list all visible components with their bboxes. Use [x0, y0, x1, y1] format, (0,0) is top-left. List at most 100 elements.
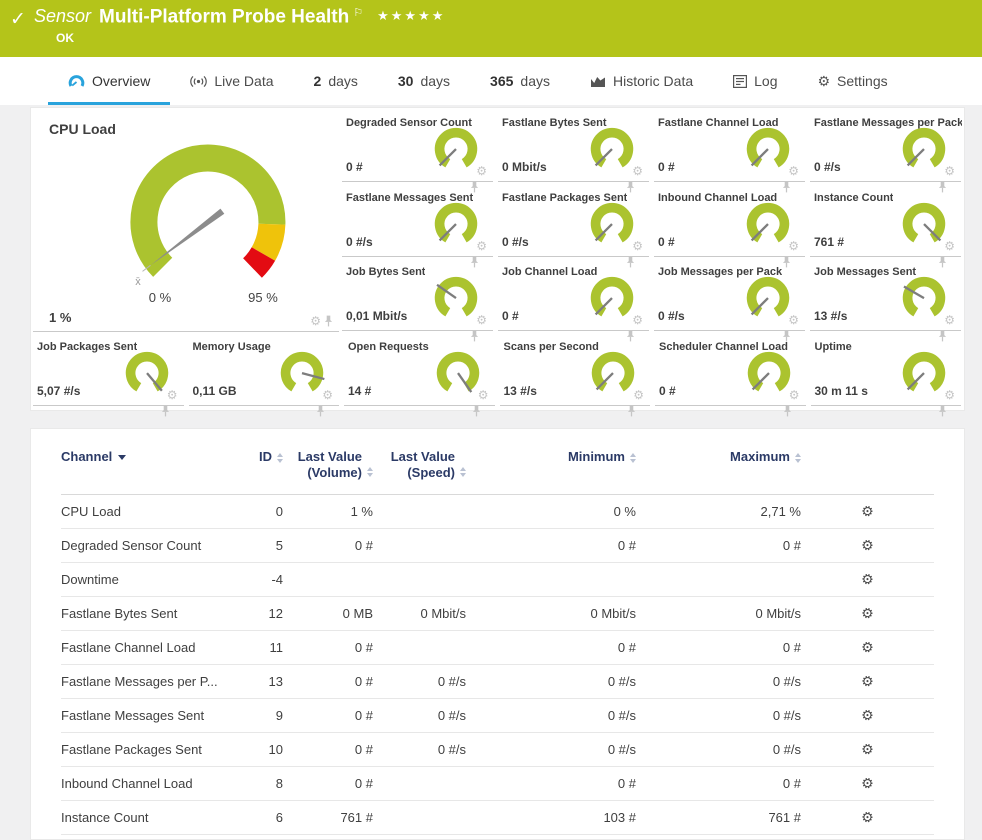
gear-icon[interactable]: ⚙: [476, 240, 487, 252]
gauge-value: 0 #/s: [502, 235, 529, 249]
object-kind-label: Sensor: [34, 6, 91, 26]
tab-label: days: [420, 73, 450, 89]
pin-icon[interactable]: [472, 405, 481, 417]
tab-log[interactable]: Log: [713, 73, 797, 105]
tab-live-data[interactable]: Live Data: [170, 73, 293, 105]
gauge-card: Job Messages Sent 13 #/s ⚙: [810, 257, 961, 331]
channel-settings-icon[interactable]: ⚙: [859, 569, 877, 589]
cell-channel: Fastlane Bytes Sent: [61, 606, 251, 621]
gear-icon[interactable]: ⚙: [322, 389, 333, 401]
cell-maximum: 0 #/s: [636, 708, 801, 723]
table-row: Fastlane Messages Sent 9 0 # 0 #/s 0 #/s…: [61, 699, 934, 733]
tab-historic-data[interactable]: Historic Data: [570, 73, 713, 105]
channel-settings-icon[interactable]: ⚙: [859, 807, 877, 827]
channel-settings-icon[interactable]: ⚙: [859, 739, 877, 759]
channel-settings-icon[interactable]: ⚙: [859, 637, 877, 657]
priority-stars[interactable]: ★★★★★: [377, 8, 445, 23]
pin-icon[interactable]: [324, 315, 333, 327]
cell-last-value-speed: 0 Mbit/s: [373, 606, 466, 621]
cell-channel: Fastlane Channel Load: [61, 640, 251, 655]
cell-minimum: 0 #: [466, 640, 636, 655]
cell-channel: Instance Count: [61, 810, 251, 825]
cell-last-value-volume: 0 #: [283, 776, 373, 791]
channel-settings-icon[interactable]: ⚙: [859, 671, 877, 691]
sort-icon: [795, 453, 801, 463]
gauge-card: Memory Usage 0,11 GB ⚙: [189, 332, 340, 406]
gauge-value: 5,07 #/s: [37, 384, 80, 398]
tab-label: Log: [754, 73, 777, 89]
gear-icon[interactable]: ⚙: [167, 389, 178, 401]
table-row: Fastlane Channel Load 11 0 # 0 # 0 # ⚙: [61, 631, 934, 665]
gear-icon[interactable]: ⚙: [632, 314, 643, 326]
tab-label: Overview: [92, 73, 150, 89]
gear-icon[interactable]: ⚙: [788, 240, 799, 252]
column-header-id[interactable]: ID: [251, 449, 283, 464]
table-row: Degraded Sensor Count 5 0 # 0 # 0 # ⚙: [61, 529, 934, 563]
table-body: CPU Load 0 1 % 0 % 2,71 % ⚙ Degraded Sen…: [61, 495, 934, 835]
tab-label: days: [520, 73, 550, 89]
channel-settings-icon[interactable]: ⚙: [859, 501, 877, 521]
channel-settings-icon[interactable]: ⚙: [859, 535, 877, 555]
cell-id: 10: [251, 742, 283, 757]
channel-settings-icon[interactable]: ⚙: [859, 603, 877, 623]
pin-icon[interactable]: [161, 405, 170, 417]
tab-label: 30: [398, 73, 414, 89]
pin-icon[interactable]: [938, 405, 947, 417]
gauge-title: Uptime: [815, 341, 852, 353]
column-header-maximum[interactable]: Maximum: [636, 449, 801, 464]
gear-icon[interactable]: ⚙: [788, 165, 799, 177]
cell-id: 12: [251, 606, 283, 621]
cell-minimum: 0 Mbit/s: [466, 606, 636, 621]
channel-settings-icon[interactable]: ⚙: [859, 773, 877, 793]
tab-2-days[interactable]: 2 days: [294, 73, 378, 105]
sensor-status-header: ✓ SensorMulti-Platform Probe Health⚐★★★★…: [0, 0, 982, 57]
cell-channel: Downtime: [61, 572, 251, 587]
column-header-minimum[interactable]: Minimum: [466, 449, 636, 464]
pin-icon[interactable]: [627, 405, 636, 417]
gauge-card: Open Requests 14 # ⚙: [344, 332, 495, 406]
gear-icon[interactable]: ⚙: [633, 389, 644, 401]
gauge-value: 13 #/s: [814, 309, 847, 323]
gauge-title: Memory Usage: [193, 341, 271, 353]
status-check-icon: ✓: [10, 8, 26, 31]
column-header-channel[interactable]: Channel: [61, 449, 251, 464]
gauge-value: 1 %: [49, 310, 71, 325]
gear-icon[interactable]: ⚙: [788, 314, 799, 326]
tab-label: Settings: [837, 73, 888, 89]
column-header-last-value-volume[interactable]: Last Value (Volume): [283, 449, 373, 482]
tab-label: 2: [314, 73, 322, 89]
cell-minimum: 0 #/s: [466, 742, 636, 757]
tab-overview[interactable]: Overview: [48, 73, 170, 105]
gear-icon[interactable]: ⚙: [944, 389, 955, 401]
gear-icon[interactable]: ⚙: [789, 389, 800, 401]
gauge-card: Job Packages Sent 5,07 #/s ⚙: [33, 332, 184, 406]
cell-maximum: 0 #/s: [636, 674, 801, 689]
tab-30-days[interactable]: 30 days: [378, 73, 470, 105]
gear-icon[interactable]: ⚙: [310, 315, 321, 327]
pin-icon[interactable]: [783, 405, 792, 417]
gauge-title: Instance Count: [814, 192, 893, 204]
cell-last-value-volume: 0 #: [283, 640, 373, 655]
tab-settings[interactable]: ⚙ Settings: [797, 73, 907, 105]
gear-icon[interactable]: ⚙: [632, 240, 643, 252]
gear-icon[interactable]: ⚙: [476, 165, 487, 177]
channel-settings-icon[interactable]: ⚙: [859, 705, 877, 725]
gear-icon[interactable]: ⚙: [476, 314, 487, 326]
flag-icon[interactable]: ⚐: [353, 7, 363, 19]
cell-id: -4: [251, 572, 283, 587]
gear-icon[interactable]: ⚙: [944, 240, 955, 252]
cell-id: 9: [251, 708, 283, 723]
gear-icon[interactable]: ⚙: [944, 165, 955, 177]
gear-icon[interactable]: ⚙: [944, 314, 955, 326]
gear-icon[interactable]: ⚙: [632, 165, 643, 177]
gear-icon[interactable]: ⚙: [478, 389, 489, 401]
gauge-value: 0 #: [502, 309, 519, 323]
cell-minimum: 0 #: [466, 776, 636, 791]
table-header-row: Channel ID Last Value (Volume) Last Valu…: [61, 449, 934, 495]
cell-id: 13: [251, 674, 283, 689]
gauge-value: 13 #/s: [504, 384, 537, 398]
pin-icon[interactable]: [316, 405, 325, 417]
cell-maximum: 0 #: [636, 538, 801, 553]
column-header-last-value-speed[interactable]: Last Value (Speed): [373, 449, 466, 482]
tab-365-days[interactable]: 365 days: [470, 73, 570, 105]
